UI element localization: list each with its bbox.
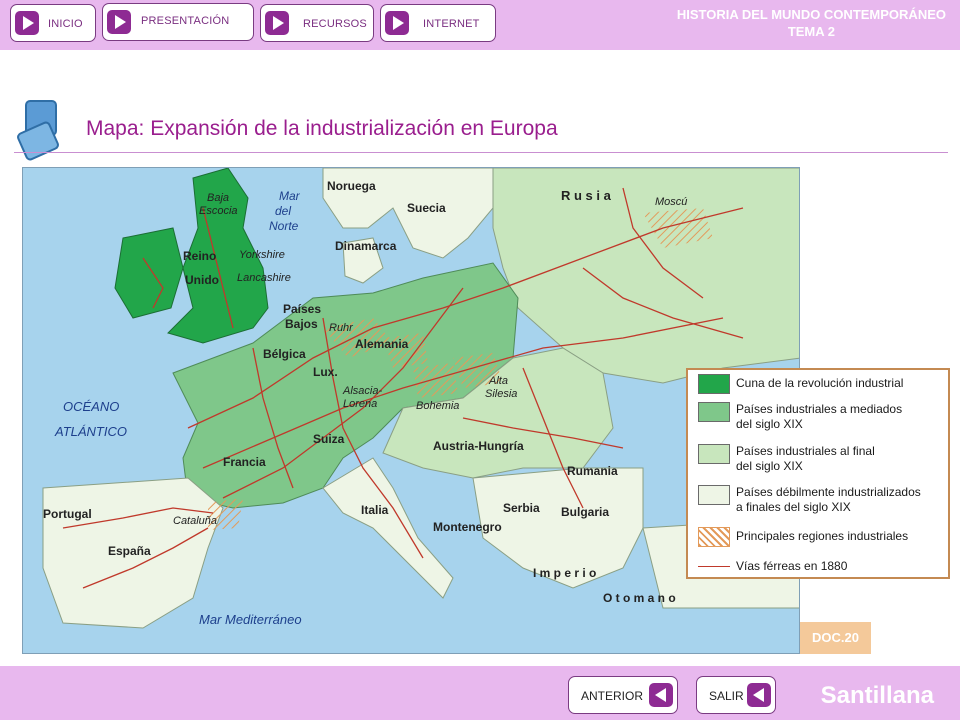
play-arrow-icon	[15, 11, 39, 35]
map-label-belgica: Bélgica	[263, 347, 306, 361]
back-arrow-icon	[747, 683, 771, 707]
map-label-baja-escocia-2: Escocia	[199, 205, 238, 217]
industrial-region-bohemia	[413, 363, 458, 398]
nav-recursos-button[interactable]: RECURSOS	[260, 4, 374, 42]
map-label-serbia: Serbia	[503, 501, 540, 515]
map-label-rusia: R u s i a	[561, 188, 612, 203]
back-arrow-icon	[649, 683, 673, 707]
legend-item-industrial-regions: Principales regiones industriales	[736, 529, 909, 543]
map-label-mar-del-norte-2: del	[275, 204, 291, 218]
nav-inicio-button[interactable]: INICIO	[10, 4, 96, 42]
play-arrow-icon	[385, 11, 409, 35]
anterior-label: ANTERIOR	[581, 689, 644, 703]
nav-presentacion-button[interactable]: PRESENTACIÓN	[102, 3, 254, 41]
legend-swatch-industrial-regions	[698, 527, 730, 547]
map-label-moscu: Moscú	[655, 196, 687, 208]
europe-industrialization-map: Mar del Norte OCÉANO ATLÁNTICO Mar Medit…	[22, 167, 800, 654]
map-label-rumania: Rumania	[567, 464, 618, 478]
map-label-alsacia-lorena-1: Alsacia-	[342, 385, 382, 397]
map-label-bohemia: Bohemia	[416, 400, 459, 412]
play-arrow-icon	[107, 10, 131, 34]
anterior-button[interactable]: ANTERIOR	[568, 676, 678, 714]
course-header: HISTORIA DEL MUNDO CONTEMPORÁNEO TEMA 2	[677, 6, 946, 40]
legend-swatch-railway	[698, 566, 730, 567]
map-label-lux: Lux.	[313, 365, 338, 379]
legend-item-cradle: Cuna de la revolución industrial	[736, 376, 904, 390]
map-label-reino-unido-2: Unido	[185, 273, 219, 287]
map-label-oceano-1: OCÉANO	[63, 399, 119, 414]
map-legend: Cuna de la revolución industrial Países …	[686, 368, 950, 579]
map-label-espana: España	[108, 544, 151, 558]
legend-swatch-weak	[698, 485, 730, 505]
map-label-cataluna: Cataluña	[173, 515, 217, 527]
map-label-imperio: I m p e r i o	[533, 566, 596, 580]
map-label-alta-silesia-2: Silesia	[485, 388, 517, 400]
map-label-portugal: Portugal	[43, 507, 92, 521]
map-label-bulgaria: Bulgaria	[561, 505, 609, 519]
salir-label: SALIR	[709, 689, 744, 703]
map-label-montenegro: Montenegro	[433, 520, 502, 534]
ireland-region	[114, 227, 184, 319]
footer-bar	[0, 666, 960, 720]
map-label-noruega: Noruega	[327, 179, 376, 193]
page-title: Mapa: Expansión de la industrialización …	[86, 117, 558, 140]
map-label-otomano: O t o m a n o	[603, 591, 676, 605]
map-label-suiza: Suiza	[313, 432, 345, 446]
nav-inicio-label: INICIO	[48, 18, 83, 30]
legend-item-late-century: Países industriales al final del siglo XI…	[736, 444, 875, 473]
map-label-paises-bajos-1: Países	[283, 302, 321, 316]
nav-presentacion-label: PRESENTACIÓN	[141, 15, 230, 27]
legend-item-weak: Países débilmente industrializados a fina…	[736, 485, 921, 514]
map-label-francia: Francia	[223, 455, 266, 469]
russia-region	[492, 168, 799, 384]
legend-swatch-late-century	[698, 444, 730, 464]
doc-badge: DOC.20	[800, 622, 871, 654]
map-label-paises-bajos-2: Bajos	[285, 317, 318, 331]
map-label-alta-silesia-1: Alta	[488, 375, 508, 387]
salir-button[interactable]: SALIR	[696, 676, 776, 714]
map-label-yorkshire: Yorkshire	[239, 249, 285, 261]
map-label-ruhr: Ruhr	[329, 322, 354, 334]
map-label-italia: Italia	[361, 503, 389, 517]
map-label-dinamarca: Dinamarca	[335, 239, 397, 253]
nav-internet-button[interactable]: INTERNET	[380, 4, 496, 42]
course-title: HISTORIA DEL MUNDO CONTEMPORÁNEO	[676, 7, 946, 22]
title-divider	[14, 152, 948, 153]
legend-item-railway: Vías férreas en 1880	[736, 559, 848, 573]
map-label-alsacia-lorena-2: Lorena	[343, 398, 377, 410]
map-label-lancashire: Lancashire	[237, 272, 291, 284]
map-label-alemania: Alemania	[355, 337, 409, 351]
map-label-reino-unido-1: Reino	[183, 249, 216, 263]
nav-recursos-label: RECURSOS	[303, 18, 367, 30]
map-label-oceano-2: ATLÁNTICO	[54, 424, 127, 439]
map-label-suecia: Suecia	[407, 201, 446, 215]
brand-logo: Santillana	[820, 682, 934, 709]
map-label-baja-escocia-1: Baja	[207, 192, 229, 204]
map-label-austria-hungria: Austria-Hungría	[433, 439, 524, 453]
map-label-mar-del-norte-3: Norte	[269, 219, 299, 233]
map-drawing: Mar del Norte OCÉANO ATLÁNTICO Mar Medit…	[42, 168, 799, 629]
course-topic: TEMA 2	[787, 24, 836, 39]
map-label-mar-mediterraneo: Mar Mediterráneo	[199, 612, 302, 627]
legend-swatch-cradle	[698, 374, 730, 394]
map-label-mar-del-norte-1: Mar	[279, 189, 301, 203]
legend-swatch-mid-century	[698, 402, 730, 422]
play-arrow-icon	[265, 11, 289, 35]
legend-item-mid-century: Países industriales a mediados del siglo …	[736, 402, 903, 431]
nav-internet-label: INTERNET	[423, 18, 480, 30]
